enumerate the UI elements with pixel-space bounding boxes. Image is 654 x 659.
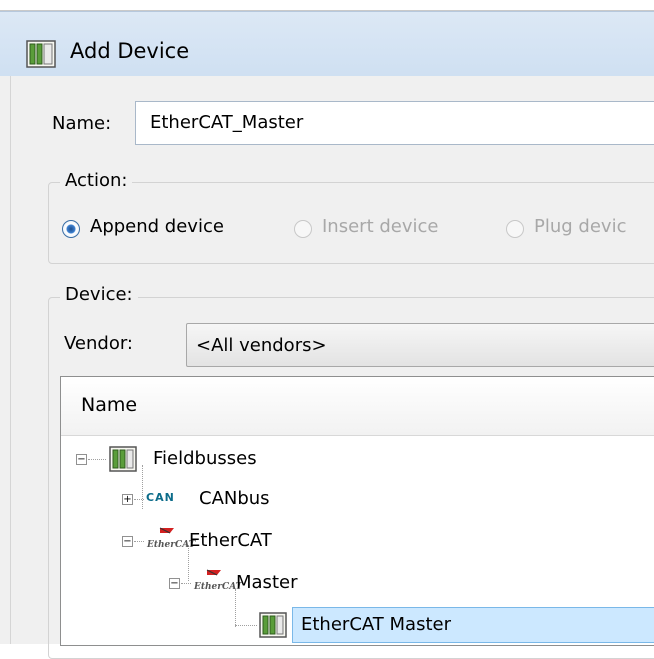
- tree-node-label: CANbus: [199, 488, 270, 509]
- window-top-edge: [0, 0, 654, 11]
- plug-device-radio[interactable]: [506, 220, 524, 238]
- collapse-icon[interactable]: −: [169, 578, 180, 589]
- can-logo-icon: CAN: [146, 491, 175, 504]
- vendor-dropdown-value: <All vendors>: [196, 335, 327, 356]
- tree-connector: [134, 499, 144, 500]
- device-icon: [26, 40, 56, 72]
- tree-node-ethercat-master[interactable]: EtherCAT Master: [61, 607, 654, 643]
- name-label: Name:: [52, 113, 112, 134]
- tree-node-label: EtherCAT Master: [301, 614, 451, 635]
- vendor-dropdown[interactable]: <All vendors>: [186, 323, 654, 367]
- tree-node-label: Master: [236, 572, 298, 593]
- append-device-label[interactable]: Append device: [90, 216, 224, 237]
- dialog-title: Add Device: [70, 39, 190, 63]
- plug-device-label[interactable]: Plug devic: [534, 216, 626, 237]
- tree-node-label: EtherCAT: [189, 530, 272, 551]
- tree-column-header[interactable]: Name: [61, 377, 654, 436]
- vendor-label: Vendor:: [64, 333, 133, 354]
- dialog-frame: Add Device Name: EtherCAT_Master Action:…: [0, 0, 654, 659]
- title-bar[interactable]: Add Device: [0, 11, 654, 76]
- name-input[interactable]: EtherCAT_Master: [135, 101, 654, 145]
- insert-device-label[interactable]: Insert device: [322, 216, 438, 237]
- device-icon: [259, 612, 287, 642]
- insert-device-radio[interactable]: [294, 220, 312, 238]
- fieldbus-icon: [109, 446, 137, 476]
- tree-connector: [88, 459, 106, 460]
- device-group-label: Device:: [60, 284, 138, 305]
- device-tree[interactable]: Name − Fieldbusses + CAN CANbus − EtherC…: [60, 376, 654, 646]
- tree-connector: [181, 583, 191, 584]
- tree-connector: [235, 625, 257, 626]
- tree-node-master[interactable]: − EtherCAT Master: [61, 565, 654, 601]
- column-name-label: Name: [81, 394, 138, 416]
- tree-node-label: Fieldbusses: [153, 448, 257, 469]
- tree-node-fieldbusses[interactable]: − Fieldbusses: [61, 441, 654, 477]
- collapse-icon[interactable]: −: [122, 536, 133, 547]
- collapse-icon[interactable]: −: [76, 454, 87, 465]
- name-input-value: EtherCAT_Master: [150, 112, 304, 133]
- action-group-label: Action:: [60, 170, 133, 191]
- expand-icon[interactable]: +: [122, 494, 133, 505]
- append-device-radio[interactable]: [62, 220, 80, 238]
- tree-node-ethercat[interactable]: − EtherCAT EtherCAT: [61, 523, 654, 559]
- tree-node-canbus[interactable]: + CAN CANbus: [61, 481, 654, 517]
- tree-connector: [134, 541, 144, 542]
